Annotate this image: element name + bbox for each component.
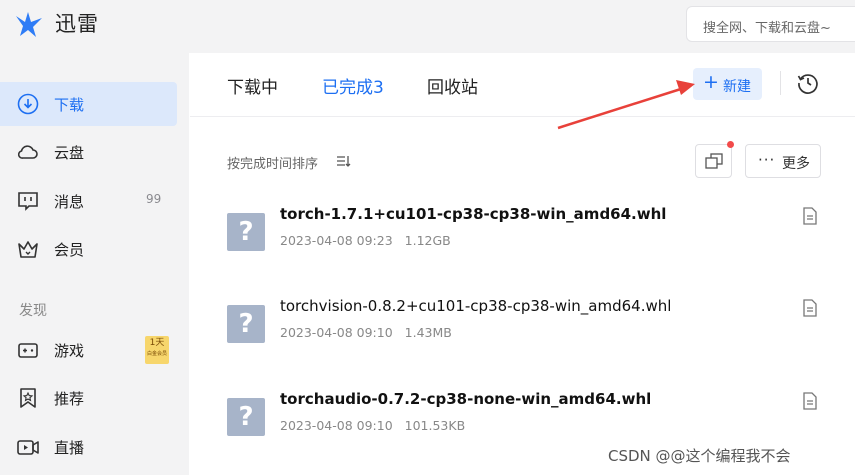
title-bar: 迅雷 搜全网、下载和云盘~ <box>0 0 855 53</box>
list-item[interactable]: ? torch-1.7.1+cu101-cp38-cp38-win_amd64.… <box>190 205 855 283</box>
file-date: 2023-04-08 09:10 <box>280 418 393 433</box>
sidebar-item-download[interactable]: 下载 <box>0 82 177 126</box>
tab-downloading[interactable]: 下载中 <box>227 73 278 98</box>
unknown-file-icon: ? <box>227 398 265 436</box>
list-item[interactable]: ? torchvision-0.8.2+cu101-cp38-cp38-win_… <box>190 297 855 375</box>
file-meta: 2023-04-08 09:10 1.43MB <box>280 325 452 340</box>
sidebar-item-label: 下载 <box>54 96 85 114</box>
sort-label[interactable]: 按完成时间排序 <box>227 153 318 172</box>
file-size: 101.53KB <box>404 418 466 433</box>
unknown-file-icon: ? <box>227 305 265 343</box>
sidebar-item-label: 游戏 <box>54 342 85 360</box>
sidebar-item-messages[interactable]: 消息 99 <box>0 179 177 223</box>
plus-icon: + <box>703 71 719 93</box>
file-name: torchaudio-0.7.2-cp38-none-win_amd64.whl <box>280 390 652 408</box>
file-name: torch-1.7.1+cu101-cp38-cp38-win_amd64.wh… <box>280 205 667 223</box>
sidebar: 下载 云盘 消息 99 会员 发现 游戏 1天 白金会员 推荐 直播 <box>0 53 189 475</box>
section-label-discover: 发现 <box>19 303 47 319</box>
file-size: 1.12GB <box>404 233 451 248</box>
promo-sub: 白金会员 <box>146 351 167 357</box>
sidebar-item-vip[interactable]: 会员 <box>0 227 177 271</box>
sidebar-item-live[interactable]: 直播 <box>0 425 177 469</box>
download-circle-icon <box>17 93 39 115</box>
cloud-icon <box>17 145 38 159</box>
watermark: CSDN @@这个编程我不会 <box>608 447 791 465</box>
search-placeholder: 搜全网、下载和云盘~ <box>703 21 831 36</box>
more-label: 更多 <box>782 156 810 172</box>
batch-select-button[interactable] <box>695 144 732 178</box>
tab-completed[interactable]: 已完成3 <box>322 73 384 98</box>
download-tabs-bar: 下载中 已完成3 回收站 + 新建 <box>190 53 855 117</box>
unknown-file-icon: ? <box>227 213 265 251</box>
file-size: 1.43MB <box>404 325 452 340</box>
more-button[interactable]: ··· 更多 <box>745 144 821 178</box>
copy-icon <box>705 153 723 169</box>
new-task-button[interactable]: + 新建 <box>693 68 762 100</box>
document-icon[interactable] <box>802 392 818 410</box>
file-date: 2023-04-08 09:10 <box>280 325 393 340</box>
crown-icon <box>18 241 38 258</box>
message-icon <box>18 192 38 211</box>
live-video-icon <box>17 440 39 455</box>
file-meta: 2023-04-08 09:23 1.12GB <box>280 233 451 248</box>
thunder-bird-logo-icon <box>16 12 42 37</box>
app-brand: 迅雷 <box>55 12 99 36</box>
sort-list-icon[interactable] <box>337 155 351 167</box>
promo-days: 1天 <box>149 338 165 348</box>
sidebar-item-label: 直播 <box>54 439 85 457</box>
bookmark-star-icon <box>20 388 36 408</box>
file-date: 2023-04-08 09:23 <box>280 233 393 248</box>
more-dots-icon: ··· <box>758 151 776 169</box>
search-input[interactable]: 搜全网、下载和云盘~ <box>686 6 855 42</box>
gamepad-icon <box>18 343 38 358</box>
sidebar-item-cloud[interactable]: 云盘 <box>0 130 177 174</box>
file-meta: 2023-04-08 09:10 101.53KB <box>280 418 465 433</box>
toolbar-divider <box>780 71 781 95</box>
vip-promo-badge[interactable]: 1天 白金会员 <box>145 336 169 364</box>
history-clock-icon[interactable] <box>796 71 820 95</box>
sidebar-item-label: 推荐 <box>54 390 85 408</box>
notification-dot <box>727 141 734 148</box>
message-count-badge: 99 <box>146 192 162 206</box>
sidebar-item-label: 会员 <box>54 241 85 259</box>
tab-recycle-bin[interactable]: 回收站 <box>427 73 478 98</box>
sidebar-item-label: 消息 <box>54 193 85 211</box>
sidebar-item-label: 云盘 <box>54 144 85 162</box>
file-name: torchvision-0.8.2+cu101-cp38-cp38-win_am… <box>280 297 672 315</box>
document-icon[interactable] <box>802 207 818 225</box>
document-icon[interactable] <box>802 299 818 317</box>
sidebar-item-recommend[interactable]: 推荐 <box>0 376 177 420</box>
new-task-label: 新建 <box>723 79 751 95</box>
